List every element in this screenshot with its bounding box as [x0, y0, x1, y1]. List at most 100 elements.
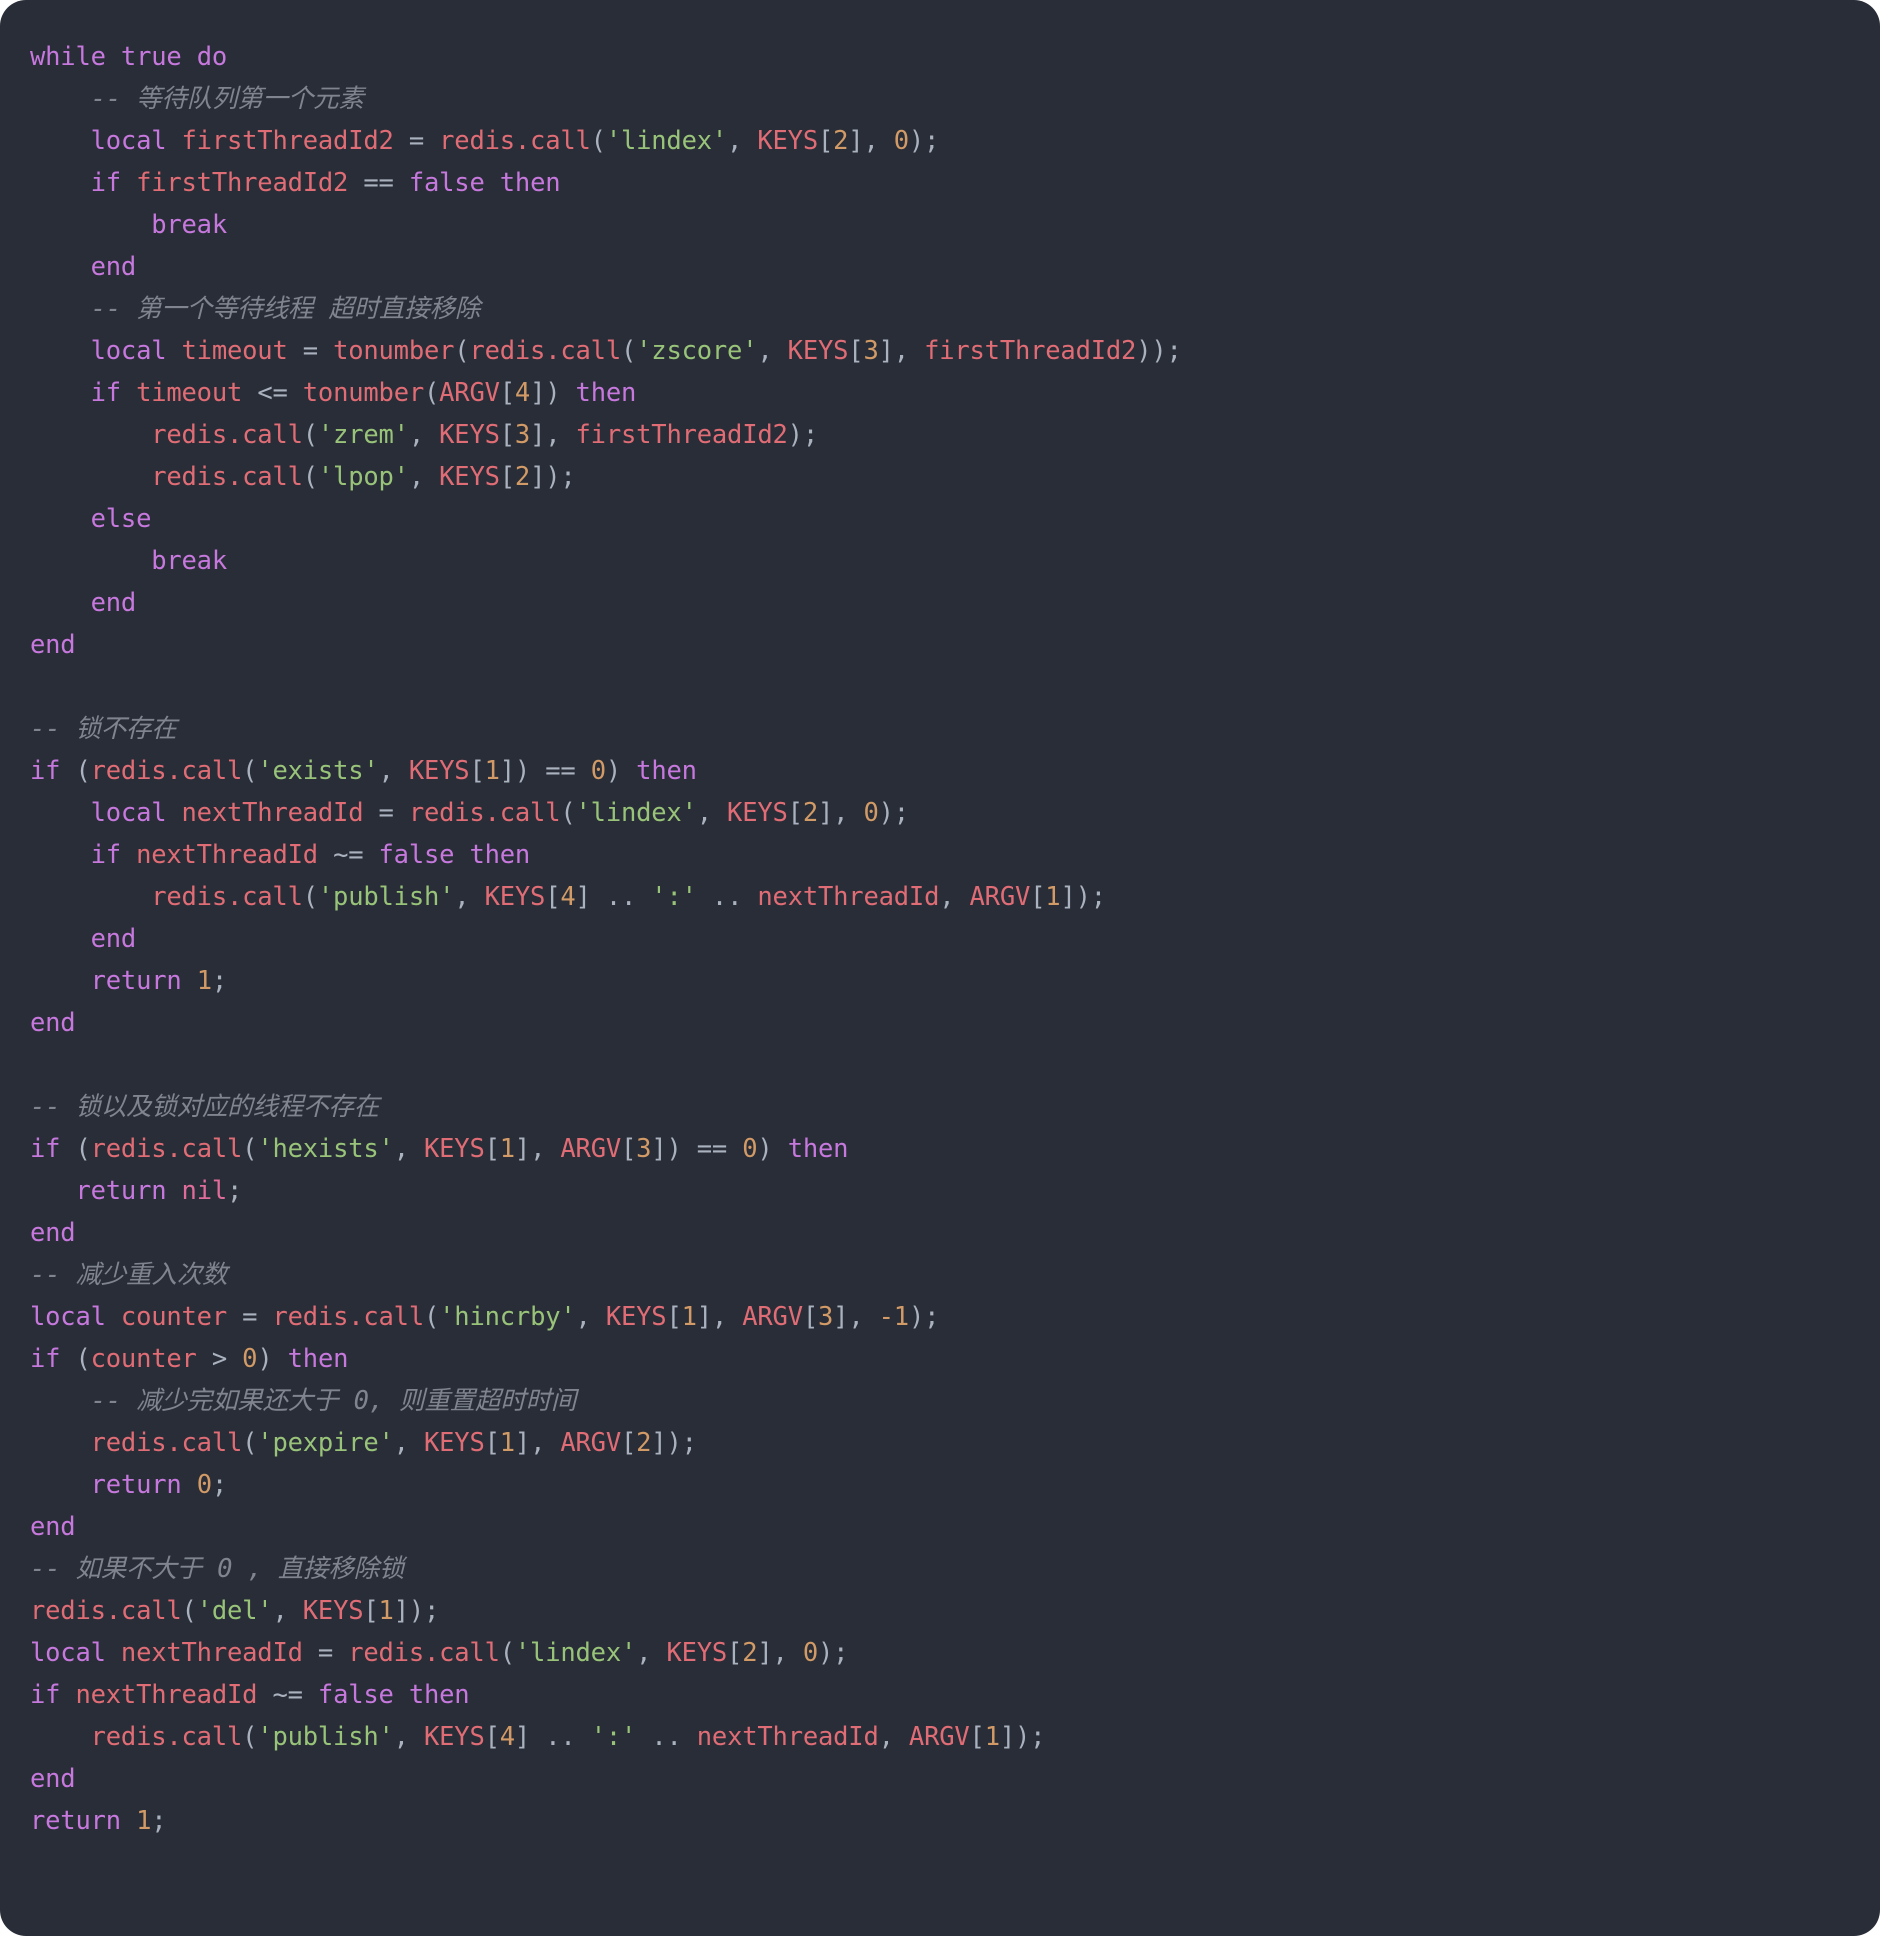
token-kw: end — [90, 588, 137, 618]
token-var: KEYS — [439, 420, 500, 450]
token-brk: ] — [530, 378, 546, 408]
token-kw: local — [90, 798, 167, 828]
token-punc — [30, 1428, 91, 1458]
token-brk: [ — [469, 756, 485, 786]
code-line: while true do — [30, 36, 1880, 78]
token-num: 4 — [514, 378, 531, 408]
code-line: -- 锁不存在 — [30, 708, 1880, 750]
token-kw: end — [30, 630, 76, 660]
token-num: 1 — [499, 1134, 515, 1164]
token-op: == — [545, 756, 576, 786]
token-punc — [197, 1344, 212, 1374]
token-punc — [166, 336, 181, 366]
token-var: KEYS — [484, 882, 546, 912]
token-num: 1 — [499, 1428, 515, 1458]
token-var: firstThreadId2 — [136, 168, 349, 198]
token-brk: [ — [1030, 882, 1046, 912]
token-punc: ); — [878, 798, 910, 828]
token-var: nextThreadId — [136, 840, 318, 870]
code-line: if firstThreadId2 == false then — [30, 162, 1880, 204]
token-var: nextThreadId — [757, 882, 940, 912]
token-punc: ; — [151, 1806, 167, 1836]
token-punc: , — [772, 1638, 803, 1668]
token-op: ~= — [272, 1680, 303, 1710]
code-line: end — [30, 1758, 1880, 1800]
token-punc: , — [272, 1596, 303, 1626]
token-punc — [30, 504, 91, 534]
token-punc — [303, 1680, 318, 1710]
token-kw: return — [90, 966, 182, 996]
token-brk: ] — [499, 756, 515, 786]
token-str: 'lindex' — [575, 798, 697, 828]
token-fn: tonumber — [333, 336, 455, 366]
token-bool: true — [120, 42, 182, 72]
code-line: return 1; — [30, 960, 1880, 1002]
code-line: if (redis.call('hexists', KEYS[1], ARGV[… — [30, 1128, 1880, 1170]
token-punc: , — [408, 420, 440, 450]
token-kw: local — [30, 1302, 106, 1332]
token-brk: ] — [696, 1302, 712, 1332]
token-kw: end — [90, 924, 137, 954]
token-brk: [ — [817, 126, 834, 156]
token-punc — [30, 126, 91, 156]
code-line: redis.call('del', KEYS[1]); — [30, 1590, 1880, 1632]
token-punc: ( — [302, 462, 318, 492]
token-cmt: -- 等待队列第一个元素 — [90, 84, 364, 114]
token-kw: end — [30, 1764, 76, 1794]
token-punc: ( — [424, 1302, 440, 1332]
token-kw: else — [90, 504, 152, 534]
token-kw: do — [196, 42, 228, 72]
token-num: 3 — [818, 1302, 834, 1332]
token-var: KEYS — [423, 1428, 485, 1458]
code-line: else — [30, 498, 1880, 540]
token-num: 1 — [136, 1806, 152, 1836]
token-op: == — [363, 168, 394, 198]
token-punc: ); — [1015, 1722, 1046, 1752]
token-str: 'publish' — [317, 882, 455, 912]
token-punc — [106, 1302, 121, 1332]
token-punc: , — [378, 756, 409, 786]
token-punc — [166, 1176, 181, 1206]
token-punc — [288, 336, 303, 366]
token-punc: ( — [242, 1134, 258, 1164]
token-punc: ); — [545, 462, 576, 492]
token-op: == — [696, 1134, 728, 1164]
token-punc — [30, 294, 91, 324]
token-brk: ] — [530, 420, 546, 450]
token-var: KEYS — [727, 798, 788, 828]
token-punc — [227, 1344, 242, 1374]
token-var: nextThreadId — [181, 798, 364, 828]
token-punc: ( — [242, 756, 258, 786]
token-punc — [454, 840, 469, 870]
token-fn: redis.call — [151, 420, 303, 450]
token-punc: ( — [181, 1596, 197, 1626]
code-line: if (redis.call('exists', KEYS[1]) == 0) … — [30, 750, 1880, 792]
token-punc: , — [757, 336, 788, 366]
token-op: = — [408, 126, 424, 156]
token-kw: then — [787, 1134, 849, 1164]
token-brk: [ — [499, 462, 515, 492]
token-kw: end — [30, 1512, 76, 1542]
code-line: break — [30, 540, 1880, 582]
token-punc — [742, 882, 757, 912]
token-kw: break — [151, 546, 227, 576]
token-punc — [288, 378, 303, 408]
code-block[interactable]: while true do -- 等待队列第一个元素 local firstTh… — [30, 36, 1880, 1842]
token-punc: ) — [666, 1134, 697, 1164]
token-str: 'lpop' — [317, 462, 409, 492]
token-punc: ; — [211, 1470, 227, 1500]
token-num: 2 — [636, 1428, 652, 1458]
token-num: 0 — [590, 756, 606, 786]
code-line: if (counter > 0) then — [30, 1338, 1880, 1380]
code-line: end — [30, 1506, 1880, 1548]
token-punc — [576, 1722, 591, 1752]
token-punc — [30, 546, 151, 576]
token-punc — [30, 252, 91, 282]
token-brk: [ — [363, 1596, 379, 1626]
token-punc: , — [530, 1428, 561, 1458]
token-num: 1 — [681, 1302, 697, 1332]
token-brk: [ — [620, 1428, 637, 1458]
code-line: if timeout <= tonumber(ARGV[4]) then — [30, 372, 1880, 414]
token-punc: ( — [560, 798, 576, 828]
token-punc — [394, 1680, 409, 1710]
